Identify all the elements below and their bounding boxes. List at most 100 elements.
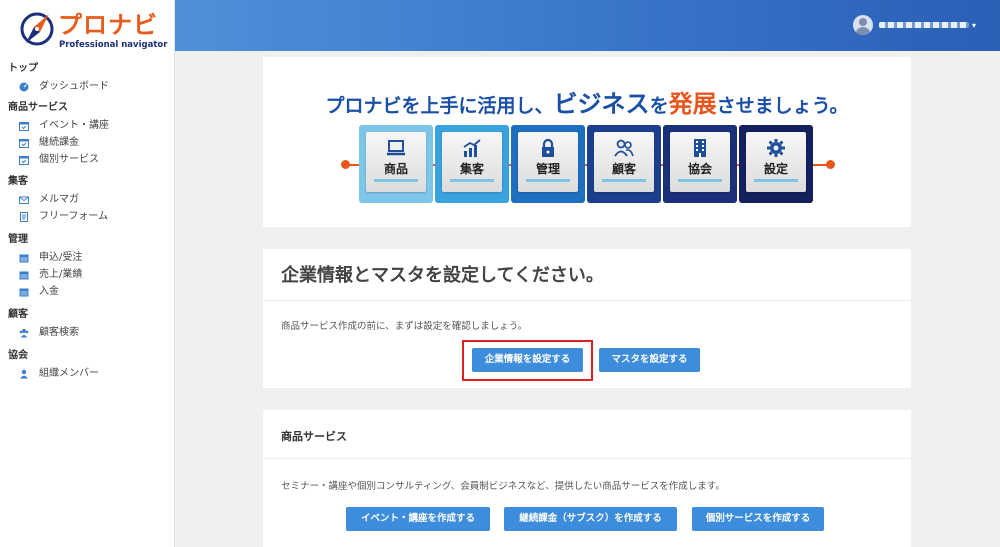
step-tile: 設定	[746, 132, 806, 192]
logo[interactable]: プロナビ Professional navigator	[18, 10, 167, 52]
calendar-check-icon	[19, 138, 29, 148]
sidebar-item-label: ダッシュボード	[39, 81, 109, 92]
step-settings[interactable]: 設定	[739, 125, 813, 203]
step-tile: 商品	[366, 132, 426, 192]
step-products[interactable]: 商品	[359, 125, 433, 203]
dashboard-icon	[19, 82, 29, 92]
sidebar-item-events[interactable]: イベント・講座	[0, 117, 175, 134]
banner-title: プロナビを上手に活用し、ビジネスを発展させましょう。	[263, 84, 911, 119]
chevron-down-icon: ▾	[971, 20, 976, 30]
nav-group-top: トップ	[8, 63, 38, 74]
step-tile: 集客	[442, 132, 502, 192]
user-menu[interactable]: ▾	[852, 15, 976, 35]
sidebar-item-label: 継続課金	[39, 137, 79, 148]
compass-logo-icon	[20, 12, 54, 46]
service-title: 商品サービス	[281, 430, 347, 443]
step-underline	[602, 179, 646, 182]
step-tile: 協会	[670, 132, 730, 192]
sidebar-item-payments[interactable]: 入金	[0, 283, 175, 300]
calendar-check-icon	[19, 121, 29, 131]
step-marketing[interactable]: 集客	[435, 125, 509, 203]
step-label: 管理	[535, 162, 560, 176]
people-icon	[614, 139, 634, 157]
step-tile: 顧客	[594, 132, 654, 192]
calendar-icon	[19, 270, 29, 280]
sidebar-item-dashboard[interactable]: ダッシュボード	[0, 78, 175, 95]
calendar-icon	[19, 253, 29, 263]
banner-title-part: プロナビを上手に活用し、	[325, 95, 554, 117]
company-settings-button[interactable]: 企業情報を設定する	[472, 348, 583, 372]
user-icon	[19, 369, 29, 379]
setup-description: 商品サービス作成の前に、まずは設定を確認しましょう。	[281, 321, 528, 332]
step-label: 協会	[687, 162, 712, 176]
banner-title-accent: 発展	[668, 90, 717, 118]
master-settings-button[interactable]: マスタを設定する	[599, 348, 700, 372]
sidebar-item-label: 組織メンバー	[39, 368, 99, 379]
divider	[263, 300, 911, 301]
sidebar-item-customer-search[interactable]: 顧客検索	[0, 324, 175, 341]
create-event-button[interactable]: イベント・講座を作成する	[346, 507, 490, 531]
chart-icon	[463, 139, 481, 157]
step-management[interactable]: 管理	[511, 125, 585, 203]
laptop-icon	[387, 140, 405, 156]
steps-dot-left	[341, 160, 350, 169]
user-name-redacted	[878, 22, 969, 28]
nav-group-customers: 顧客	[8, 309, 28, 320]
divider	[263, 458, 911, 459]
sidebar-item-label: 売上/業績	[39, 269, 83, 280]
sidebar-item-label: 入金	[39, 286, 59, 297]
step-underline	[678, 179, 722, 182]
nav-group-association: 協会	[8, 350, 28, 361]
nav-group-management: 管理	[8, 234, 28, 245]
banner-card: プロナビを上手に活用し、ビジネスを発展させましょう。 商品 集客 管理 顧客 協…	[263, 57, 911, 227]
sidebar-item-orders[interactable]: 申込/受注	[0, 249, 175, 266]
top-header: ▾	[175, 0, 1000, 51]
step-customers[interactable]: 顧客	[587, 125, 661, 203]
sidebar-item-label: 個別サービス	[39, 154, 99, 165]
setup-title: 企業情報とマスタを設定してください。	[281, 265, 604, 286]
service-description: セミナー・講座や個別コンサルティング、会員制ビジネスなど、提供したい商品サービス…	[281, 481, 725, 492]
banner-title-part: させましょう。	[716, 95, 849, 117]
sidebar-item-free-form[interactable]: フリーフォーム	[0, 208, 175, 225]
mail-icon	[19, 195, 29, 205]
step-underline	[754, 179, 798, 182]
step-underline	[526, 179, 570, 182]
step-label: 設定	[763, 162, 788, 176]
nav-group-marketing: 集客	[8, 176, 28, 187]
avatar	[852, 15, 873, 35]
form-icon	[19, 211, 29, 222]
create-subscription-button[interactable]: 継続課金（サブスク）を作成する	[504, 507, 677, 531]
calendar-icon	[19, 287, 29, 297]
create-individual-service-button[interactable]: 個別サービスを作成する	[692, 507, 824, 531]
step-label: 集客	[459, 162, 484, 176]
sidebar-item-newsletter[interactable]: メルマガ	[0, 191, 175, 208]
step-label: 顧客	[611, 162, 636, 176]
users-icon	[19, 328, 29, 338]
banner-title-emphasis: ビジネス	[553, 90, 650, 118]
steps-dot-right	[826, 160, 835, 169]
feature-steps: 商品 集客 管理 顧客 協会 設定	[341, 125, 835, 205]
sidebar-item-individual-service[interactable]: 個別サービス	[0, 151, 175, 168]
building-icon	[694, 139, 706, 157]
sidebar-item-label: フリーフォーム	[39, 211, 109, 222]
setup-card: 企業情報とマスタを設定してください。 商品サービス作成の前に、まずは設定を確認し…	[263, 249, 911, 388]
calendar-check-icon	[19, 155, 29, 165]
sidebar-item-sales[interactable]: 売上/業績	[0, 266, 175, 283]
brand-name: プロナビ	[58, 11, 158, 39]
sidebar: プロナビ Professional navigator トップ ダッシュボード …	[0, 0, 175, 547]
nav-group-products: 商品サービス	[8, 102, 68, 113]
banner-title-part: を	[649, 95, 669, 117]
sidebar-item-label: メルマガ	[39, 194, 79, 205]
lock-icon	[542, 138, 554, 157]
step-association[interactable]: 協会	[663, 125, 737, 203]
product-service-card: 商品サービス セミナー・講座や個別コンサルティング、会員制ビジネスなど、提供した…	[263, 410, 911, 547]
sidebar-item-members[interactable]: 組織メンバー	[0, 365, 175, 382]
step-label: 商品	[383, 162, 408, 176]
sidebar-item-label: 顧客検索	[39, 327, 79, 338]
step-tile: 管理	[518, 132, 578, 192]
sidebar-nav: トップ ダッシュボード 商品サービス イベント・講座 継続課金 個別サービス 集…	[0, 60, 175, 382]
brand-subtitle: Professional navigator	[59, 40, 168, 50]
sidebar-item-subscription[interactable]: 継続課金	[0, 134, 175, 151]
step-underline	[374, 179, 418, 182]
gear-icon	[767, 139, 785, 157]
